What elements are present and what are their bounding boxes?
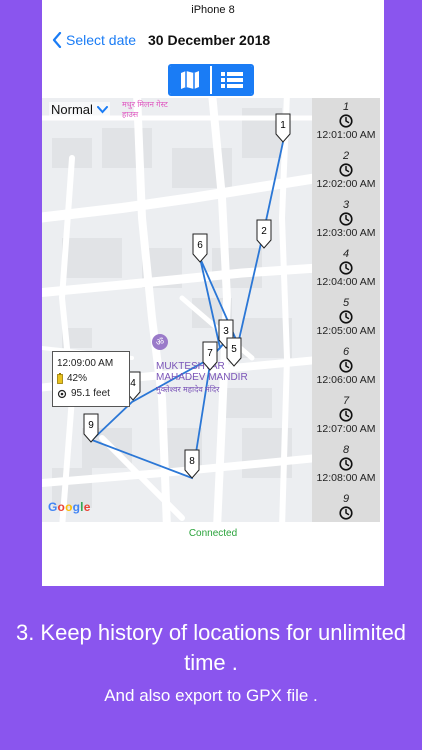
- route-markers: 1 2 6 3 5 7 4 9 8: [83, 113, 291, 479]
- timeline-item-number: 9: [342, 493, 350, 505]
- map-view[interactable]: Normal मधुर मिलन गेस्ट हाउस ॐ MUKTESHVAR…: [42, 98, 312, 522]
- page-title: 30 December 2018: [148, 32, 271, 48]
- svg-text:1: 1: [280, 120, 286, 131]
- callout-time: 12:09:00 AM: [57, 358, 114, 369]
- callout-time-row: 12:09:00 AM: [57, 356, 125, 371]
- map-marker-5[interactable]: 5: [226, 337, 242, 367]
- timeline-item-number: 6: [342, 346, 350, 358]
- timeline-item[interactable]: 4 12:04:00 AM: [312, 245, 380, 294]
- map-marker-8[interactable]: 8: [184, 449, 200, 479]
- map-icon: [181, 71, 199, 89]
- timeline-item[interactable]: 3 12:03:00 AM: [312, 196, 380, 245]
- svg-text:4: 4: [130, 378, 136, 389]
- clock-icon: [339, 212, 353, 226]
- map-marker-9[interactable]: 9: [83, 413, 99, 443]
- connection-status: Connected: [188, 528, 238, 539]
- timeline-item-number: 1: [342, 101, 350, 113]
- timeline-item[interactable]: 5 12:05:00 AM: [312, 294, 380, 343]
- timeline-item-time: 12:08:00 AM: [316, 472, 376, 484]
- timeline-item[interactable]: 2 12:02:00 AM: [312, 147, 380, 196]
- timeline-item-time: 12:04:00 AM: [316, 276, 376, 288]
- timeline-item-number: 4: [342, 248, 350, 260]
- timeline-item-number: 8: [342, 444, 350, 456]
- timeline-item-time: 12:01:00 AM: [316, 129, 376, 141]
- svg-text:3: 3: [223, 326, 229, 337]
- location-callout: 12:09:00 AM 42% 95.1 feet: [52, 351, 130, 407]
- clock-icon: [339, 457, 353, 471]
- caption-headline: 3. Keep history of locations for unlimit…: [15, 620, 407, 675]
- svg-text:2: 2: [261, 226, 267, 237]
- timeline-item-time: 12:03:00 AM: [316, 227, 376, 239]
- clock-icon: [339, 359, 353, 373]
- clock-icon: [339, 261, 353, 275]
- map-marker-2[interactable]: 2: [256, 219, 272, 249]
- timeline-item[interactable]: 9: [312, 490, 380, 522]
- map-marker-6[interactable]: 6: [192, 233, 208, 263]
- timeline-item-time: 12:06:00 AM: [316, 374, 376, 386]
- timeline-item-number: 2: [342, 150, 350, 162]
- timeline-item[interactable]: 7 12:07:00 AM: [312, 392, 380, 441]
- svg-text:7: 7: [207, 348, 213, 359]
- google-logo: Google: [48, 500, 91, 514]
- caption-subtitle: And also export to GPX file .: [104, 686, 318, 705]
- chevron-left-icon: [52, 32, 62, 48]
- map-marker-1[interactable]: 1: [275, 113, 291, 143]
- callout-battery-row: 42%: [57, 371, 125, 386]
- svg-text:6: 6: [197, 240, 203, 251]
- svg-text:8: 8: [189, 456, 195, 467]
- clock-icon: [339, 163, 353, 177]
- timeline-item-number: 5: [342, 297, 350, 309]
- map-marker-7[interactable]: 7: [202, 341, 218, 371]
- navigation-bar: Select date 30 December 2018: [42, 26, 384, 58]
- crosshair-icon: [57, 389, 67, 398]
- clock-icon: [339, 310, 353, 324]
- callout-accuracy: 95.1 feet: [71, 388, 110, 399]
- back-button-label: Select date: [66, 32, 137, 48]
- view-toggle: [168, 64, 254, 96]
- timeline-item[interactable]: 1 12:01:00 AM: [312, 98, 380, 147]
- timeline-item-number: 3: [342, 199, 350, 211]
- battery-icon: [57, 373, 63, 384]
- phone-screen: iPhone 8 Select date 30 December 2018 No…: [42, 0, 384, 586]
- timeline-item-time: 12:05:00 AM: [316, 325, 376, 337]
- callout-accuracy-row: 95.1 feet: [57, 386, 125, 401]
- timeline-item[interactable]: 6 12:06:00 AM: [312, 343, 380, 392]
- timeline-item-time: 12:07:00 AM: [316, 423, 376, 435]
- timeline-item-number: 7: [342, 395, 350, 407]
- timeline-item-time: 12:02:00 AM: [316, 178, 376, 190]
- callout-battery: 42%: [67, 373, 88, 384]
- clock-icon: [339, 506, 353, 520]
- list-view-button[interactable]: [210, 66, 252, 94]
- list-icon: [221, 72, 243, 88]
- location-timeline[interactable]: 1 12:01:00 AM 2 12:02:00 AM 3 12:03:00 AM 4 12:…: [312, 98, 380, 522]
- clock-icon: [339, 114, 353, 128]
- device-label: iPhone 8: [191, 4, 235, 16]
- svg-text:9: 9: [88, 420, 94, 431]
- svg-text:5: 5: [231, 344, 237, 355]
- back-button[interactable]: Select date: [52, 32, 136, 48]
- timeline-item[interactable]: 8 12:08:00 AM: [312, 441, 380, 490]
- clock-icon: [339, 408, 353, 422]
- map-view-button[interactable]: [170, 66, 210, 94]
